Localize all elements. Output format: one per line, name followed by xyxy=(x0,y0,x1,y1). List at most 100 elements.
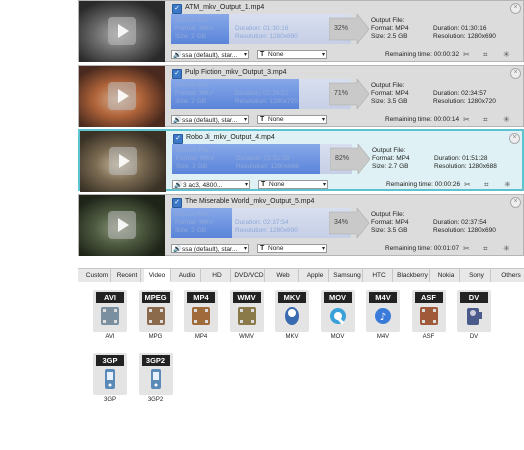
remove-task-icon[interactable]: × xyxy=(510,68,521,79)
tab-apple[interactable]: Apple xyxy=(302,269,329,282)
audio-track-select[interactable]: 🔊 ssa (default), star... ▾ xyxy=(171,244,249,253)
text-icon: T xyxy=(260,51,265,58)
audio-track-value: ssa (default), star... xyxy=(182,246,238,253)
task-row[interactable]: ✓ Robo Ji_mkv_Output_4.mp4 × 82% Source … xyxy=(78,129,524,192)
chevron-down-icon: ▾ xyxy=(321,52,325,58)
chevron-down-icon: ▾ xyxy=(244,182,248,188)
tab-web[interactable]: Web xyxy=(268,269,299,282)
source-duration: Duration: 02:37:54 xyxy=(235,219,289,226)
play-icon[interactable] xyxy=(108,211,136,239)
task-row[interactable]: ✓ ATM_mkv_Output_1.mp4 × 32% Source File… xyxy=(78,0,524,62)
phone-icon xyxy=(146,368,166,390)
format-label: 3GP xyxy=(103,397,116,403)
play-icon[interactable] xyxy=(108,82,136,110)
format-item-asf[interactable]: ASF ASF xyxy=(409,288,449,342)
format-item-mkv[interactable]: MKV MKV xyxy=(272,288,312,342)
audio-track-select[interactable]: 🔊 ssa (default), star... ▾ xyxy=(171,115,249,124)
play-icon[interactable] xyxy=(109,147,137,175)
source-resolution: Resolution: 1280x690 xyxy=(235,227,298,234)
format-label: MP4 xyxy=(194,334,208,340)
tab-blackberry[interactable]: Blackberry xyxy=(396,269,430,282)
cut-icon[interactable]: ✂ xyxy=(464,180,471,189)
audio-track-select[interactable]: 🔊 3 ac3, 4800... ▾ xyxy=(172,180,250,189)
phone-icon xyxy=(100,368,120,390)
cut-icon[interactable]: ✂ xyxy=(463,50,470,59)
remove-task-icon[interactable]: × xyxy=(510,197,521,208)
tab-nokia[interactable]: Nokia xyxy=(433,269,460,282)
output-size: Size: 2.5 GB xyxy=(371,33,408,40)
output-filename: The Miserable World_mkv_Output_5.mp4 xyxy=(185,198,315,205)
crop-icon[interactable]: ⌗ xyxy=(484,180,489,190)
task-checkbox[interactable]: ✓ xyxy=(172,4,182,14)
output-label: Output File: xyxy=(372,147,406,154)
subtitle-select[interactable]: T None ▾ xyxy=(257,50,327,59)
subtitle-value: None xyxy=(268,245,284,252)
output-filename: Pulp Fiction_mkv_Output_3.mp4 xyxy=(185,69,287,76)
play-icon[interactable] xyxy=(108,17,136,45)
subtitle-select[interactable]: T None ▾ xyxy=(257,115,327,124)
format-item-mov[interactable]: MOV MOV xyxy=(318,288,358,342)
format-item-mp4[interactable]: MP4 MP4 xyxy=(181,288,221,342)
output-resolution: Resolution: 1280x688 xyxy=(434,163,497,170)
output-resolution: Resolution: 1280x690 xyxy=(433,33,496,40)
tab-recent[interactable]: Recent xyxy=(114,269,141,282)
video-thumbnail[interactable] xyxy=(79,66,165,127)
chevron-down-icon: ▾ xyxy=(322,182,326,188)
tab-custom[interactable]: Custom xyxy=(84,269,111,282)
format-label: 3GP2 xyxy=(147,397,164,403)
source-resolution: Resolution: 1280x688 xyxy=(236,163,299,170)
cut-icon[interactable]: ✂ xyxy=(463,244,470,253)
source-format: Format: MKV xyxy=(175,25,214,32)
cut-icon[interactable]: ✂ xyxy=(463,115,470,124)
effect-icon[interactable]: ✳ xyxy=(504,180,511,189)
remove-task-icon[interactable]: × xyxy=(509,133,520,144)
remaining-time: Remaining time: 00:00:14 xyxy=(385,116,460,123)
tab-video[interactable]: Video xyxy=(144,269,171,282)
camcorder-icon xyxy=(464,305,484,327)
subtitle-select[interactable]: T None ▾ xyxy=(257,244,327,253)
task-checkbox[interactable]: ✓ xyxy=(172,198,182,208)
tab-hd[interactable]: HD xyxy=(204,269,231,282)
effect-icon[interactable]: ✳ xyxy=(503,244,510,253)
format-item-m4v[interactable]: M4V ♪ M4V xyxy=(363,288,403,342)
format-item-3gp[interactable]: 3GP 3GP xyxy=(90,351,130,405)
remove-task-icon[interactable]: × xyxy=(510,3,521,14)
subtitle-select[interactable]: T None ▾ xyxy=(258,180,328,189)
output-size: Size: 2.7 GB xyxy=(372,163,409,170)
task-row[interactable]: ✓ Pulp Fiction_mkv_Output_3.mp4 × 71% So… xyxy=(78,65,524,127)
output-duration: Duration: 02:37:54 xyxy=(433,219,487,226)
source-size: Size: 2 GB xyxy=(175,33,207,40)
tab-htc[interactable]: HTC xyxy=(366,269,393,282)
effect-icon[interactable]: ✳ xyxy=(503,50,510,59)
crop-icon[interactable]: ⌗ xyxy=(483,115,488,125)
video-thumbnail[interactable] xyxy=(80,131,166,192)
source-size: Size: 2 GB xyxy=(175,98,207,105)
effect-icon[interactable]: ✳ xyxy=(503,115,510,124)
task-checkbox[interactable]: ✓ xyxy=(173,134,183,144)
format-badge: AVI xyxy=(96,292,124,303)
format-item-mpg[interactable]: MPEG MPG xyxy=(136,288,176,342)
source-size: Size: 2 GB xyxy=(175,227,207,234)
remaining-time: Remaining time: 00:00:32 xyxy=(385,51,460,58)
tab-sony[interactable]: Sony xyxy=(463,269,491,282)
film-icon xyxy=(100,305,120,327)
video-thumbnail[interactable] xyxy=(79,195,165,256)
video-thumbnail[interactable] xyxy=(79,1,165,62)
svg-text:♪: ♪ xyxy=(380,312,386,323)
itunes-icon: ♪ xyxy=(373,305,393,327)
format-badge: M4V xyxy=(369,292,397,303)
format-item-3gp2[interactable]: 3GP2 3GP2 xyxy=(136,351,176,405)
crop-icon[interactable]: ⌗ xyxy=(483,244,488,254)
tab-others[interactable]: Others xyxy=(494,269,524,282)
tab-audio[interactable]: Audio xyxy=(174,269,201,282)
format-item-wmv[interactable]: WMV WMV xyxy=(227,288,267,342)
audio-track-select[interactable]: 🔊 ssa (default), star... ▾ xyxy=(171,50,249,59)
task-checkbox[interactable]: ✓ xyxy=(172,69,182,79)
task-row[interactable]: ✓ The Miserable World_mkv_Output_5.mp4 ×… xyxy=(78,194,524,256)
tab-dvd-vcd[interactable]: DVD/VCD xyxy=(234,269,265,282)
crop-icon[interactable]: ⌗ xyxy=(483,50,488,60)
format-item-dv[interactable]: DV DV xyxy=(454,288,494,342)
source-info: Source File: Format: MKV Size: 2 GB Dura… xyxy=(176,147,299,171)
format-item-avi[interactable]: AVI AVI xyxy=(90,288,130,342)
tab-samsung[interactable]: Samsung xyxy=(332,269,363,282)
